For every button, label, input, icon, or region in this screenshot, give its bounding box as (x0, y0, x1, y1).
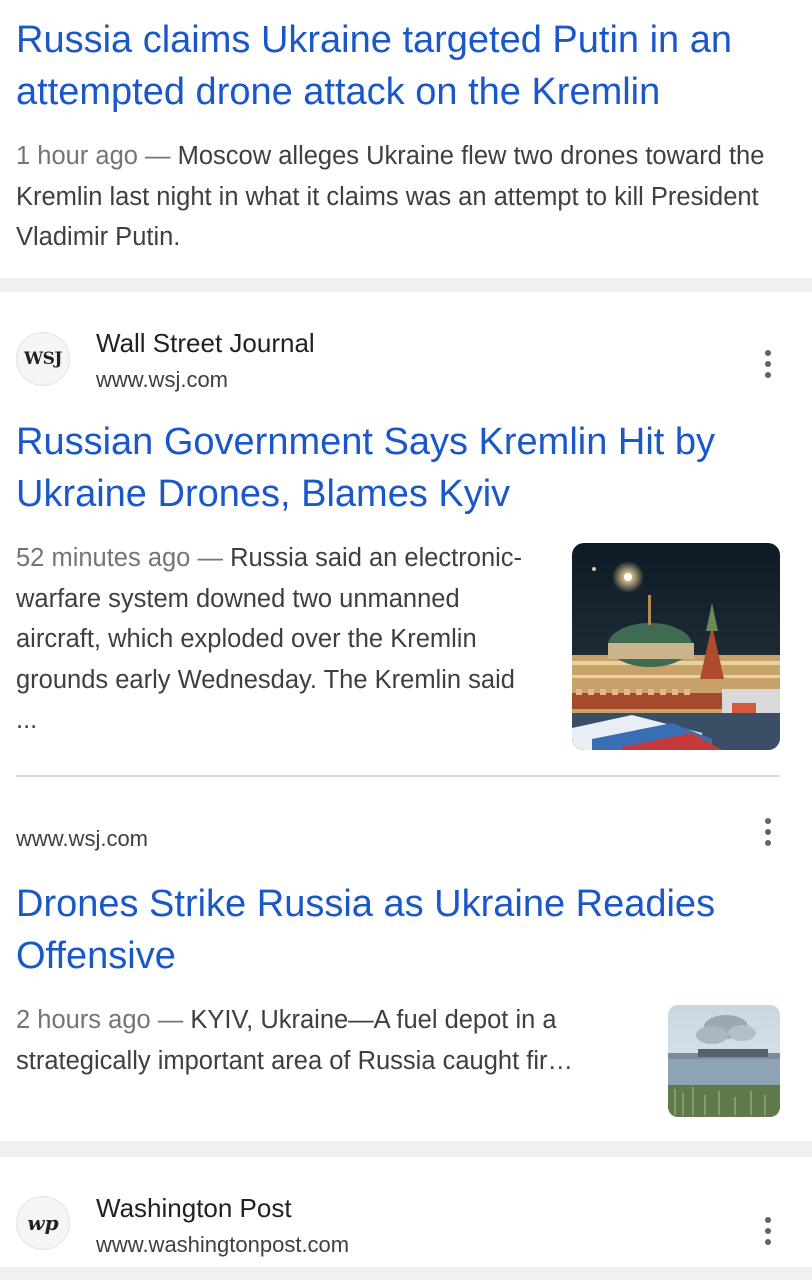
more-options-icon[interactable] (756, 812, 780, 852)
result-time: 1 hour ago (16, 142, 138, 170)
depot-thumbnail[interactable] (668, 1005, 780, 1117)
result-snippet-text: Russia said an electronic-warfare system… (16, 544, 523, 734)
result-card-3: wp Washington Post www.washingtonpost.co… (0, 1157, 812, 1280)
kremlin-thumbnail[interactable] (572, 543, 780, 750)
time-separator: — (157, 1006, 184, 1034)
result-time: 2 hours ago (16, 1006, 151, 1034)
card-divider (0, 1267, 812, 1280)
source-url[interactable]: www.wsj.com (96, 367, 228, 393)
card-divider (0, 278, 812, 292)
source-url[interactable]: www.wsj.com (16, 826, 148, 852)
result-snippet: 2 hours ago — KYIV, Ukraine—A fuel depot… (16, 1000, 646, 1081)
source-url[interactable]: www.washingtonpost.com (96, 1232, 349, 1258)
result-time: 52 minutes ago (16, 544, 191, 572)
more-options-icon[interactable] (756, 344, 780, 384)
result-card-1: Russia claims Ukraine targeted Putin in … (0, 0, 812, 278)
time-separator: — (197, 544, 223, 572)
result-title[interactable]: Russia claims Ukraine targeted Putin in … (16, 14, 786, 118)
result-card-2: WSJ Wall Street Journal www.wsj.com Russ… (0, 292, 812, 1141)
result-separator (16, 775, 780, 777)
source-name[interactable]: Wall Street Journal (96, 328, 315, 359)
washington-post-favicon: wp (16, 1196, 70, 1250)
source-name[interactable]: Washington Post (96, 1193, 292, 1224)
time-separator: — (145, 142, 171, 170)
result-title[interactable]: Drones Strike Russia as Ukraine Readies … (16, 878, 786, 982)
card-divider (0, 1141, 812, 1157)
result-title[interactable]: Russian Government Says Kremlin Hit by U… (16, 416, 786, 520)
result-snippet: 52 minutes ago — Russia said an electron… (16, 538, 536, 741)
more-options-icon[interactable] (756, 1211, 780, 1251)
result-snippet: 1 hour ago — Moscow alleges Ukraine flew… (16, 136, 786, 258)
wsj-favicon: WSJ (16, 332, 70, 386)
